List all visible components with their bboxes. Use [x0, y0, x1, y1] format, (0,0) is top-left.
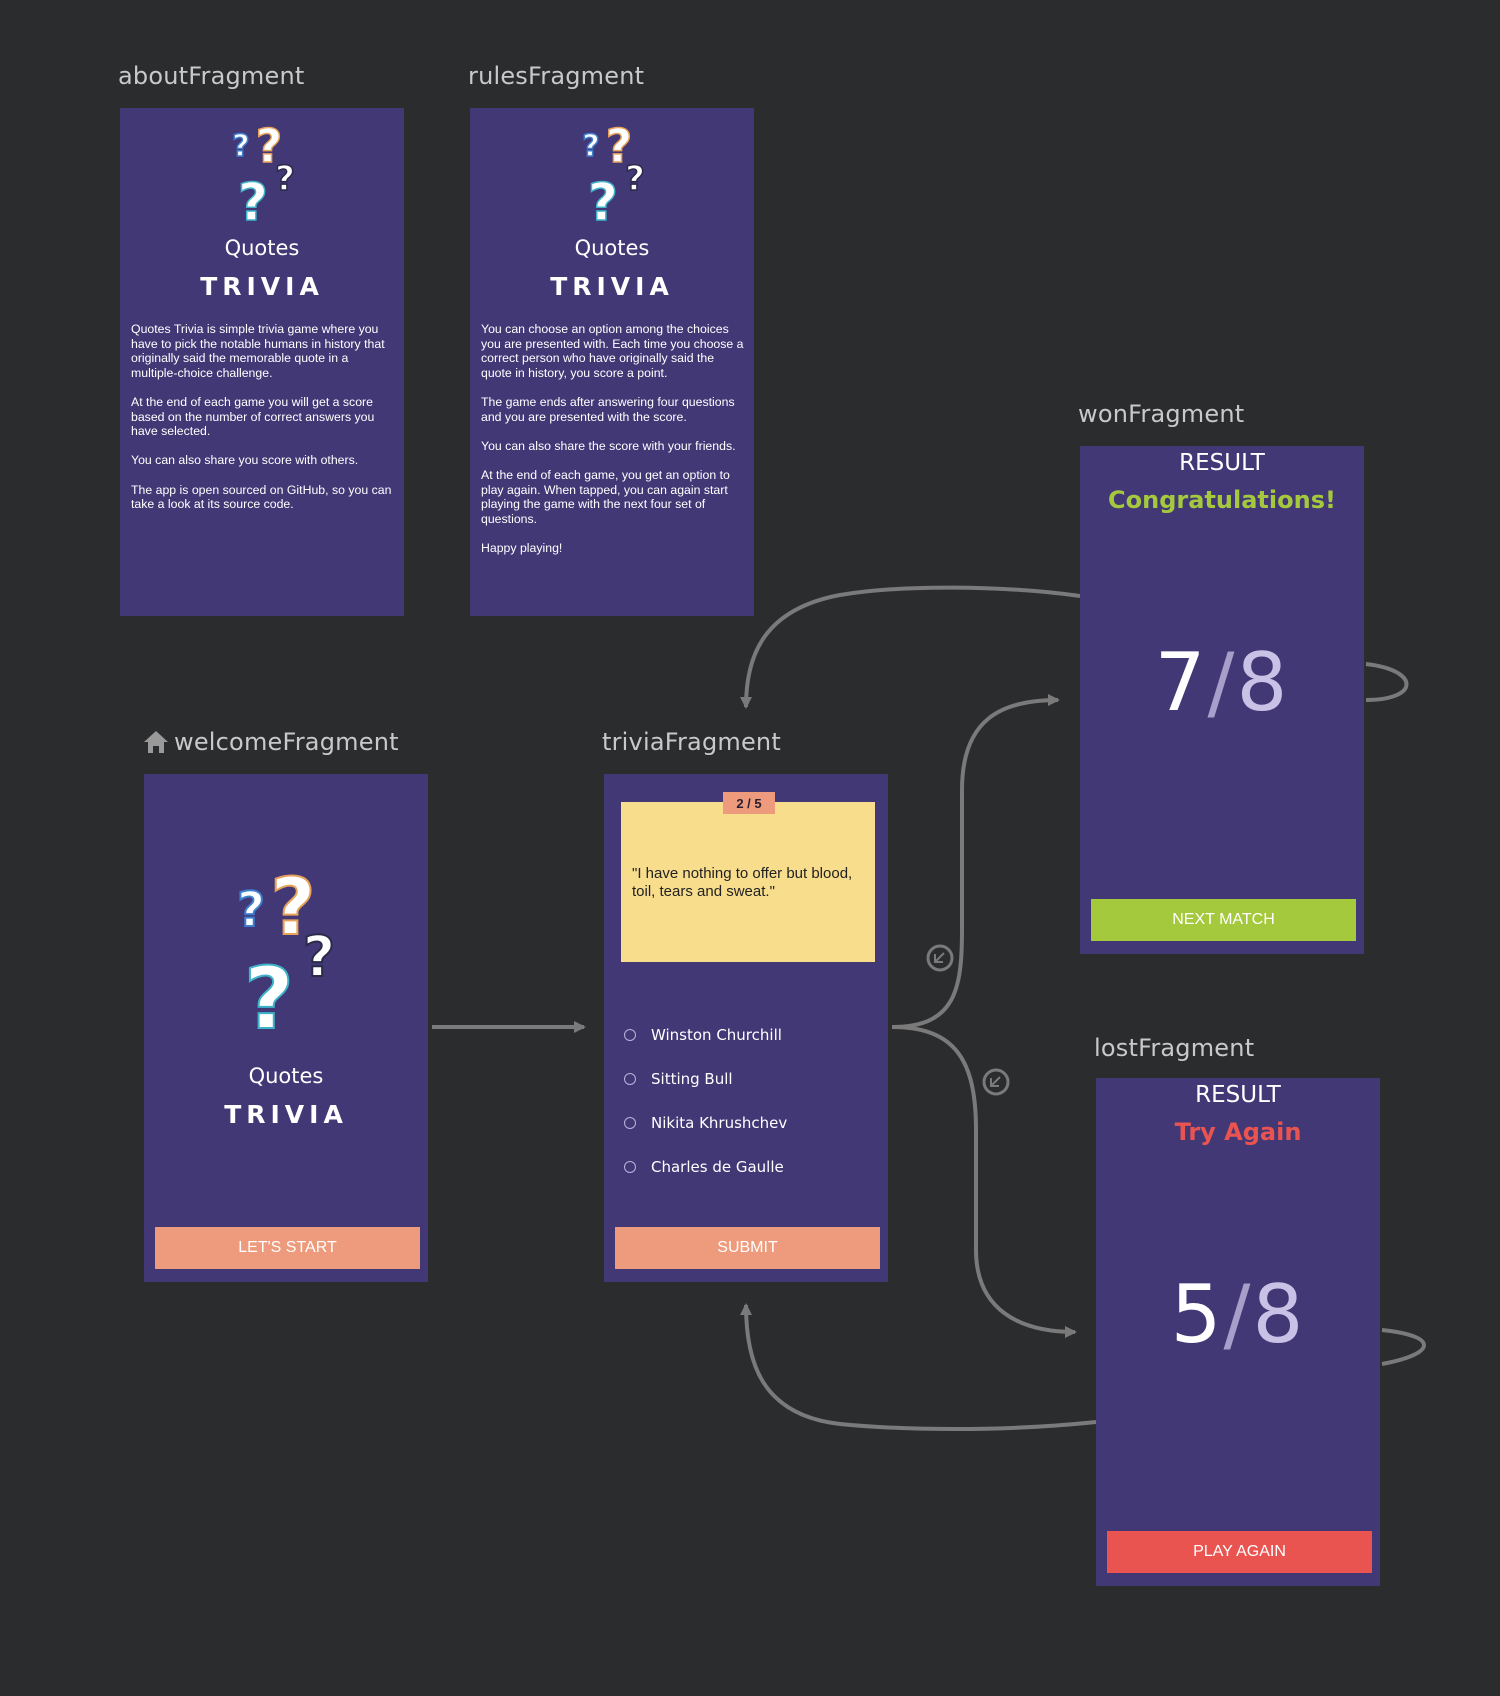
rules-paragraph: The game ends after answering four quest…	[481, 394, 735, 424]
radio-button[interactable]	[624, 1117, 636, 1129]
score-display: 7/8	[1080, 636, 1364, 729]
app-title-quotes: Quotes	[224, 236, 300, 260]
score-separator: /	[1207, 636, 1237, 729]
radio-button[interactable]	[624, 1073, 636, 1085]
svg-text:?: ?	[237, 882, 265, 938]
rules-fragment-screen[interactable]: ? ? ? ? Quotes TRIVIA You can choose an …	[470, 108, 754, 616]
answer-option-label: Winston Churchill	[651, 1026, 782, 1044]
result-title: RESULT	[1195, 1082, 1281, 1108]
answer-option-label: Charles de Gaulle	[651, 1158, 784, 1176]
app-title-trivia: TRIVIA	[550, 272, 674, 301]
action-lost-self[interactable]	[1381, 1328, 1426, 1366]
rules-body: You can choose an option among the choic…	[481, 322, 744, 570]
action-won-to-trivia[interactable]	[740, 585, 1081, 709]
score-display: 5/8	[1096, 1268, 1380, 1361]
fragment-label-welcome-row: welcomeFragment	[142, 728, 399, 756]
svg-text:?: ?	[625, 159, 645, 199]
lost-fragment-screen[interactable]: RESULT Try Again 5/8 PLAY AGAIN	[1096, 1078, 1380, 1586]
score-separator: /	[1223, 1268, 1253, 1361]
about-fragment-screen[interactable]: ? ? ? ? Quotes TRIVIA Quotes Trivia is s…	[120, 108, 404, 616]
progress-badge: 2 / 5	[723, 792, 775, 814]
submit-button[interactable]: SUBMIT	[615, 1227, 880, 1269]
rules-paragraph: Happy playing!	[481, 540, 563, 555]
about-paragraph: You can also share you score with others…	[131, 453, 359, 468]
result-title: RESULT	[1179, 450, 1265, 476]
about-paragraph: At the end of each game you will get a s…	[131, 394, 375, 439]
action-trivia-to-won[interactable]	[891, 694, 1060, 1029]
congratulations-message: Congratulations!	[1108, 486, 1336, 514]
won-fragment-screen[interactable]: RESULT Congratulations! 7/8 NEXT MATCH	[1080, 446, 1364, 954]
app-title-quotes: Quotes	[574, 236, 650, 260]
home-icon	[144, 731, 168, 753]
fragment-label-rules: rulesFragment	[468, 62, 645, 90]
app-title-trivia: TRIVIA	[224, 1100, 348, 1129]
fragment-label-about: aboutFragment	[118, 62, 305, 90]
quote-text: "I have nothing to offer but blood, toil…	[632, 865, 853, 900]
action-won-self[interactable]	[1365, 662, 1409, 702]
try-again-message: Try Again	[1174, 1118, 1302, 1146]
about-body: Quotes Trivia is simple trivia game wher…	[131, 322, 394, 526]
score-total: 8	[1252, 1268, 1306, 1361]
svg-text:?: ?	[232, 129, 249, 164]
fragment-label-won: wonFragment	[1078, 400, 1245, 428]
radio-button[interactable]	[624, 1161, 636, 1173]
app-title-quotes: Quotes	[248, 1064, 324, 1088]
welcome-fragment-screen[interactable]: ? ? ? ? Quotes TRIVIA LET'S START	[144, 774, 428, 1282]
svg-text:?: ?	[275, 159, 295, 199]
about-paragraph: Quotes Trivia is simple trivia game wher…	[131, 322, 385, 380]
action-lost-to-trivia[interactable]	[740, 1303, 1097, 1431]
score-value: 5	[1170, 1268, 1224, 1361]
rules-paragraph: At the end of each game, you get an opti…	[481, 467, 730, 526]
answer-option[interactable]: Sitting Bull	[624, 1070, 733, 1088]
answer-option-label: Nikita Khrushchev	[651, 1114, 788, 1132]
radio-button[interactable]	[624, 1029, 636, 1041]
svg-text:?: ?	[303, 925, 335, 990]
next-match-button[interactable]: NEXT MATCH	[1091, 899, 1356, 941]
about-paragraph: The app is open sourced on GitHub, so yo…	[131, 482, 392, 512]
svg-text:?: ?	[238, 173, 268, 224]
score-value: 7	[1154, 636, 1208, 729]
app-title-trivia: TRIVIA	[200, 272, 324, 301]
answer-option[interactable]: Charles de Gaulle	[624, 1158, 784, 1176]
fragment-label-lost: lostFragment	[1094, 1034, 1255, 1062]
score-total: 8	[1236, 636, 1290, 729]
question-marks-icon: ? ? ? ?	[232, 120, 296, 224]
fragment-label-trivia: triviaFragment	[602, 728, 781, 756]
question-marks-icon: ? ? ? ?	[582, 120, 646, 224]
svg-text:?: ?	[588, 173, 618, 224]
answer-option-label: Sitting Bull	[651, 1070, 733, 1088]
rules-paragraph: You can choose an option among the choic…	[481, 322, 744, 380]
answer-option[interactable]: Winston Churchill	[624, 1026, 782, 1044]
quote-card: 2 / 5 "I have nothing to offer but blood…	[621, 792, 875, 962]
action-icon[interactable]	[982, 1068, 1010, 1096]
trivia-fragment-screen[interactable]: 2 / 5 "I have nothing to offer but blood…	[604, 774, 888, 1282]
svg-text:?: ?	[244, 949, 294, 1034]
svg-text:?: ?	[582, 129, 599, 164]
action-trivia-to-lost[interactable]	[891, 1025, 1077, 1338]
answer-option[interactable]: Nikita Khrushchev	[624, 1114, 787, 1132]
action-icon[interactable]	[926, 944, 954, 972]
rules-paragraph: You can also share the score with your f…	[481, 438, 736, 453]
play-again-button[interactable]: PLAY AGAIN	[1107, 1531, 1372, 1573]
fragment-label-welcome: welcomeFragment	[174, 728, 399, 756]
lets-start-button[interactable]: LET'S START	[155, 1227, 420, 1269]
question-marks-icon: ? ? ? ?	[236, 864, 336, 1034]
